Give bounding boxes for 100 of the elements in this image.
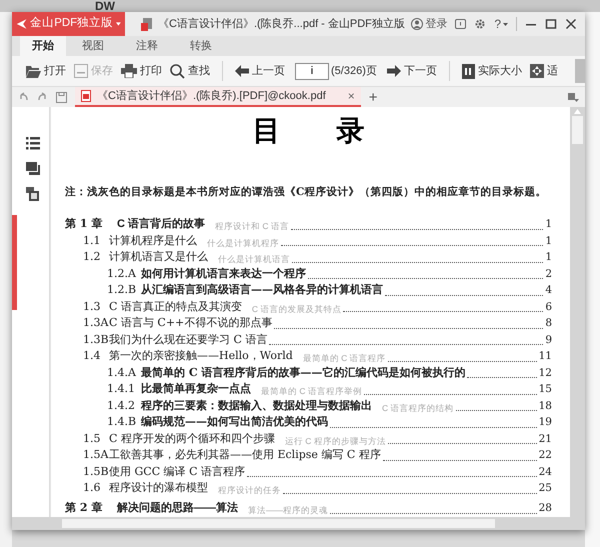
- section-number: 1.4: [83, 348, 102, 364]
- page-number: 18: [538, 398, 552, 414]
- open-button[interactable]: 打开: [22, 59, 70, 83]
- page-number: 25: [538, 481, 552, 496]
- document-tab[interactable]: 《C语言设计伴侣》.(陈良乔).[PDF]@ckook.pdf ×: [75, 87, 361, 107]
- page-number: 12: [538, 366, 552, 380]
- fit-button[interactable]: 适: [526, 59, 562, 83]
- section-title[interactable]: 从汇编语言到高级语言——风格各异的计算机语言: [141, 282, 383, 299]
- original-title: C 语言程序的结构: [382, 402, 454, 414]
- section-title[interactable]: 计算机语言又是什么: [109, 249, 208, 266]
- ribbon-tab[interactable]: 视图: [66, 36, 120, 56]
- page-number: 2: [545, 266, 552, 282]
- undo-icon[interactable]: [18, 92, 29, 102]
- page-number: 24: [538, 464, 552, 480]
- section-number: 1.6: [83, 480, 102, 496]
- section-title[interactable]: C 语言与 C++不得不说的那点事: [109, 315, 272, 332]
- pdf-file-icon: [141, 18, 152, 30]
- original-title: 程序设计和 C 语言: [215, 220, 289, 233]
- printer-icon: [121, 64, 137, 78]
- message-icon[interactable]: [455, 18, 466, 30]
- scroll-thumb[interactable]: [572, 116, 583, 144]
- section-title[interactable]: C 程序开发的两个循环和四个步骤: [109, 430, 275, 448]
- page-number: 21: [538, 432, 552, 446]
- page-number: 28: [538, 501, 552, 516]
- section-number: 1.5B: [83, 464, 109, 480]
- caret-icon: [503, 22, 508, 26]
- maximize-icon[interactable]: [545, 18, 557, 30]
- redo-icon[interactable]: [37, 92, 48, 102]
- page-number: 19: [538, 415, 552, 430]
- ribbon-tab[interactable]: 开始: [20, 36, 66, 56]
- close-icon[interactable]: [565, 18, 577, 30]
- pdf-file-icon: [81, 90, 91, 102]
- section-number: 1.3: [83, 298, 102, 315]
- print-button[interactable]: 打印: [117, 59, 166, 83]
- page-icon: [462, 64, 475, 78]
- horizontal-scrollbar[interactable]: [12, 517, 585, 530]
- tab-list-icon[interactable]: [568, 92, 579, 102]
- previous-page-button[interactable]: 上一页: [231, 59, 289, 83]
- section-number: 1.1: [83, 232, 102, 249]
- vertical-scrollbar[interactable]: [570, 107, 585, 517]
- original-title: 最简单的 C 语言程序举例: [261, 385, 362, 398]
- collapse-handle[interactable]: [12, 215, 17, 310]
- section-number: 1.5A: [83, 447, 109, 464]
- page-number: 4: [545, 283, 552, 298]
- page-number: 6: [545, 300, 552, 314]
- section-number: 1.4.2: [107, 398, 136, 414]
- settings-icon[interactable]: [474, 18, 486, 30]
- original-title: C 语言的发展及其特点: [252, 302, 342, 316]
- page-number: 15: [538, 382, 552, 397]
- section-title[interactable]: C 语言真正的特点及其演变: [109, 298, 242, 316]
- section-title[interactable]: 工欲善其事，必先利其器——使用 Eclipse 编写 C 程序: [109, 447, 381, 464]
- section-title[interactable]: 计算机程序是什么: [109, 232, 197, 250]
- section-title[interactable]: 我们为什么现在还要学习 C 语言: [109, 332, 268, 348]
- ribbon-tab[interactable]: 转换: [174, 36, 228, 56]
- save-icon: [74, 64, 88, 78]
- new-tab-button[interactable]: +: [368, 90, 378, 104]
- ribbon-tab[interactable]: 注释: [120, 36, 174, 56]
- logo-icon: [16, 17, 28, 31]
- section-number: 1.2.B: [107, 282, 138, 298]
- note-text: 注：浅灰色的目录标题是本书所对应的谭浩强《C程序设计》（第四版）中的相应章节的目录标题。: [65, 185, 548, 200]
- section-number: 第 1 章: [65, 216, 104, 232]
- section-number: 第 2 章: [65, 500, 104, 516]
- page-number-field[interactable]: i: [295, 62, 329, 80]
- search-icon: [170, 64, 185, 78]
- next-page-button[interactable]: 下一页: [382, 59, 441, 83]
- right-arrow-icon: [386, 65, 401, 77]
- attachment-icon[interactable]: [25, 187, 40, 202]
- page-count: (5/326)页: [331, 64, 377, 79]
- section-title[interactable]: 如何用计算机语言来表达一个程序: [141, 266, 306, 282]
- section-title[interactable]: 程序的三要素：数据输入、数据处理与数据输出: [141, 398, 372, 414]
- section-title[interactable]: 编码规范——如何写出简洁优美的代码: [141, 414, 328, 431]
- folder-icon: [26, 64, 41, 78]
- app-logo: DW: [95, 0, 115, 12]
- pages-icon[interactable]: [26, 162, 40, 175]
- save-icon[interactable]: [56, 92, 67, 102]
- fit-icon: [530, 64, 544, 78]
- section-number: 1.4.B: [107, 414, 138, 430]
- app-menu-button[interactable]: 金山PDF独立版: [12, 12, 125, 36]
- find-button[interactable]: 查找: [166, 59, 214, 83]
- section-title[interactable]: C 语言背后的故事: [117, 216, 205, 233]
- original-title: 程序设计的任务: [218, 484, 281, 497]
- scroll-thumb[interactable]: [62, 519, 495, 528]
- window-title: 《C语言设计伴侣》.(陈良乔...pdf - 金山PDF独立版: [158, 16, 405, 32]
- login-button[interactable]: 登录: [411, 16, 448, 32]
- section-number: 1.3A: [83, 315, 109, 332]
- section-number: 1.3B: [83, 332, 109, 348]
- section-title[interactable]: 比最简单再复杂一点点: [141, 381, 251, 398]
- section-title[interactable]: 使用 GCC 编译 C 语言程序: [109, 464, 246, 480]
- help-button[interactable]: ?: [494, 15, 508, 33]
- actual-size-button[interactable]: 实际大小: [458, 59, 526, 83]
- section-title[interactable]: 第一次的亲密接触——Hello，World: [109, 348, 293, 365]
- close-tab-button[interactable]: ×: [348, 87, 355, 105]
- original-title: 最简单的 C 语言程序: [302, 352, 386, 365]
- section-title[interactable]: 程序设计的瀑布模型: [109, 480, 208, 497]
- page-number: 11: [538, 349, 552, 364]
- section-title[interactable]: 解决问题的思路——算法: [117, 500, 238, 517]
- section-number: 1.2: [83, 249, 102, 266]
- list-icon[interactable]: [26, 137, 40, 150]
- page-number: 1: [545, 234, 552, 248]
- section-title[interactable]: 最简单的 C 语言程序背后的故事——它的汇编代码是如何被执行的: [141, 364, 466, 382]
